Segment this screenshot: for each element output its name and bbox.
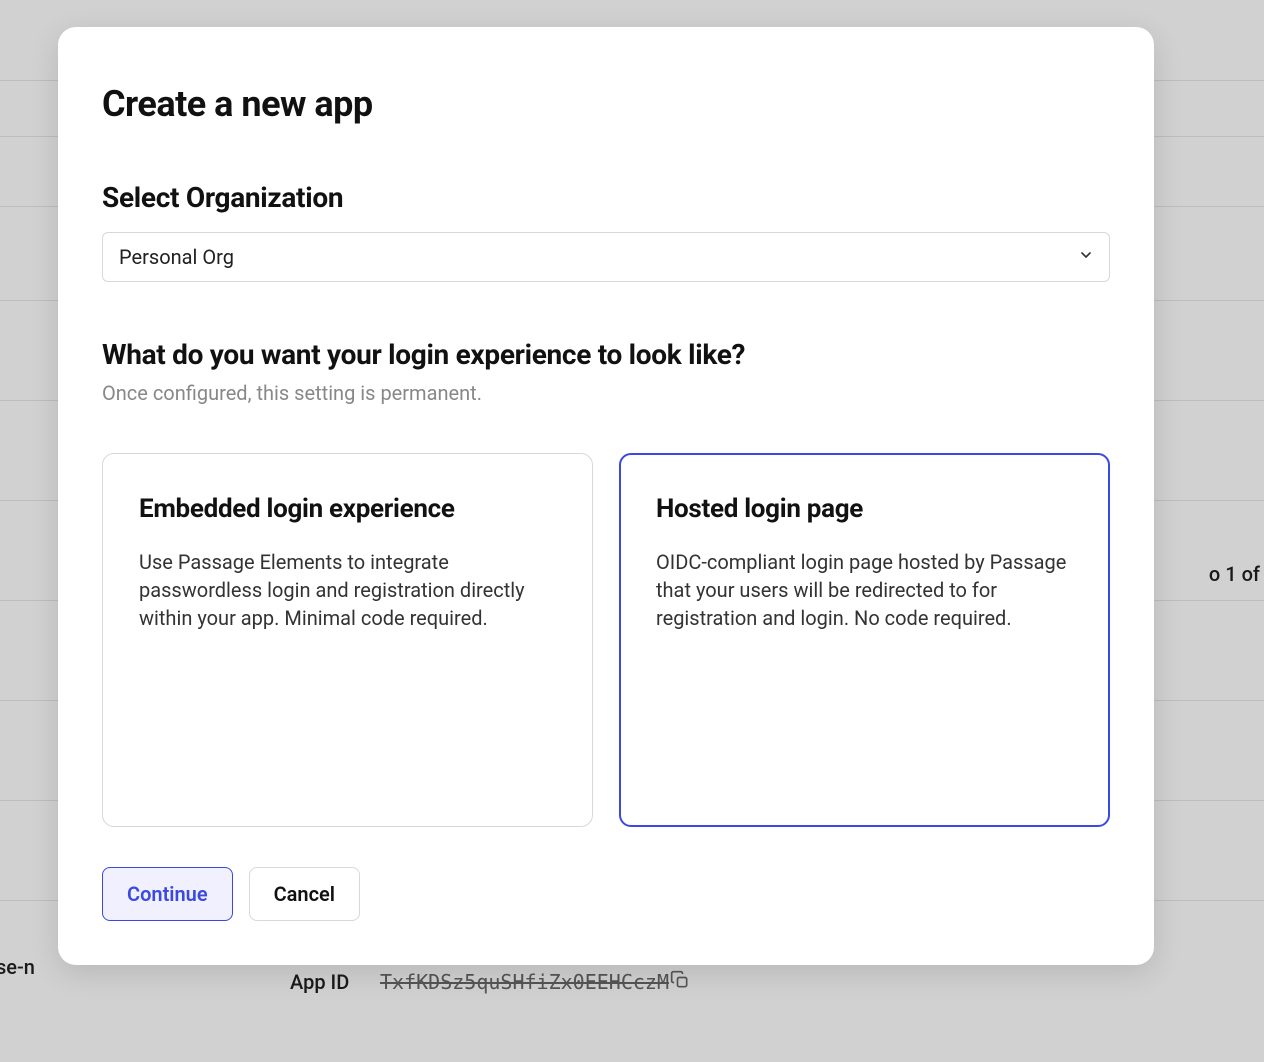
option-row: Embedded login experience Use Passage El… [102, 453, 1110, 827]
app-id-label: App ID [290, 970, 349, 994]
create-app-modal: Create a new app Select Organization Per… [58, 27, 1154, 965]
option-hosted[interactable]: Hosted login page OIDC-compliant login p… [619, 453, 1110, 827]
truncated-text: se-n [0, 955, 35, 979]
modal-title: Create a new app [102, 83, 1110, 125]
pagination-fragment: o 1 of [1209, 562, 1260, 586]
org-select[interactable]: Personal Org [102, 232, 1110, 282]
experience-heading: What do you want your login experience t… [102, 338, 1110, 371]
option-description: Use Passage Elements to integrate passwo… [139, 548, 556, 632]
experience-helper: Once configured, this setting is permane… [102, 381, 1110, 405]
option-description: OIDC-compliant login page hosted by Pass… [656, 548, 1073, 632]
option-title: Hosted login page [656, 494, 1073, 524]
app-id-value: TxfKDSz5quSHfiZx0EEHCczM [380, 970, 669, 994]
option-embedded[interactable]: Embedded login experience Use Passage El… [102, 453, 593, 827]
button-row: Continue Cancel [102, 867, 1110, 921]
continue-button[interactable]: Continue [102, 867, 233, 921]
cancel-button[interactable]: Cancel [249, 867, 360, 921]
copy-icon[interactable] [670, 970, 690, 995]
option-title: Embedded login experience [139, 494, 556, 524]
org-select-wrap: Personal Org [102, 232, 1110, 282]
org-label: Select Organization [102, 181, 1110, 214]
